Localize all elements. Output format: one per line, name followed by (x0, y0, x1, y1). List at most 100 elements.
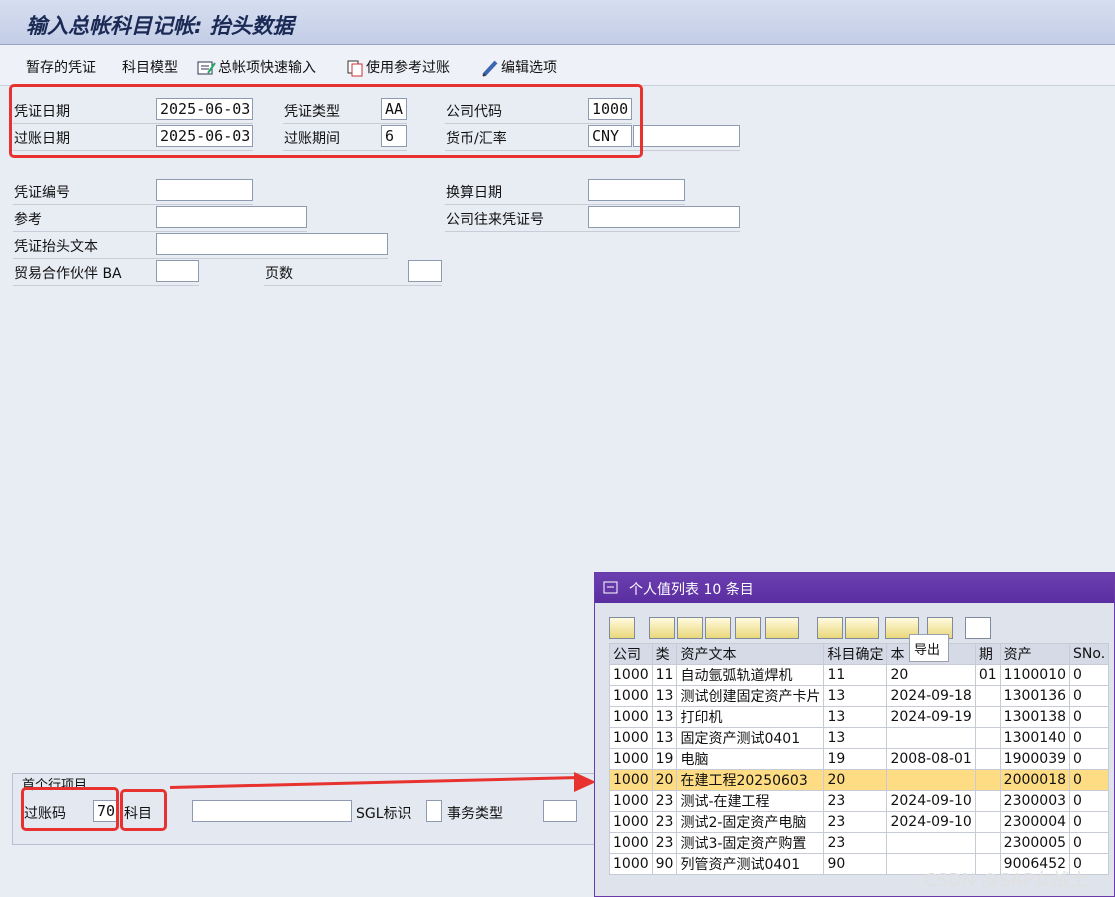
pages-label: 页数 (265, 266, 293, 282)
pages-field[interactable] (408, 260, 442, 282)
reference-field[interactable] (156, 206, 307, 228)
column-header[interactable]: 类 (651, 643, 678, 665)
popup-title: 个人值列表 10 条目 (629, 582, 754, 598)
intercompany-label: 公司往来凭证号 (446, 212, 544, 228)
column-header[interactable]: 资产 (999, 643, 1071, 665)
application-toolbar: 暂存的凭证 科目模型 总帐项快速输入 使用参考过账 编辑选项 (0, 45, 1115, 86)
column-header[interactable]: 公司 (609, 643, 653, 665)
intercompany-field[interactable] (588, 206, 740, 228)
table-cell: 13 (823, 706, 888, 728)
table-row[interactable]: 1000 23 测试2-固定资产电脑 23 2024-09-10 2300004 0 (609, 811, 1110, 833)
table-cell: 2024-09-18 (886, 685, 976, 707)
watermark: CSDN @SAP女战士 (924, 870, 1088, 891)
find-icon[interactable] (705, 617, 731, 639)
table-cell: 11 (823, 664, 888, 686)
table-cell: 23 (651, 811, 678, 833)
gl-fast-entry-button[interactable]: 总帐项快速输入 (196, 57, 316, 77)
account-model-button[interactable]: 科目模型 (122, 57, 178, 77)
table-cell: 2300005 (999, 832, 1071, 854)
table-cell: 11 (651, 664, 678, 686)
table-cell: 90 (823, 853, 888, 875)
table-cell: 0 (1069, 685, 1110, 707)
table-row[interactable]: 1000 13 打印机 13 2024-09-19 1300138 0 (609, 706, 1110, 728)
table-row[interactable]: 1000 11 自动氩弧轨道焊机 11 20 01 1100010 0 (609, 664, 1110, 686)
pencil-icon (482, 60, 498, 77)
table-cell (974, 727, 1001, 749)
table-cell: 0 (1069, 727, 1110, 749)
table-cell (886, 727, 976, 749)
post-with-reference-button[interactable]: 使用参考过账 (346, 57, 450, 77)
filter-icon[interactable] (765, 617, 799, 639)
sort-ascending-icon[interactable] (649, 617, 675, 639)
partner-ba-label: 贸易合作伙伴 BA (14, 266, 122, 282)
value-list-popup: 个人值列表 10 条目 公司类资产文本 科目确定本期资产 SNo. 1000 11 自动… (594, 572, 1115, 897)
column-header[interactable]: 资产文本 (676, 643, 825, 665)
table-cell: 列管资产测试0401 (676, 853, 825, 875)
table-cell: 19 (651, 748, 678, 770)
table-row[interactable]: 1000 19 电脑 19 2008-08-01 1900039 0 (609, 748, 1110, 770)
table-cell (974, 706, 1001, 728)
table-cell: 0 (1069, 706, 1110, 728)
table-row[interactable]: 1000 13 固定资产测试0401 13 1300140 0 (609, 727, 1110, 749)
table-cell: 23 (823, 790, 888, 812)
table-cell (886, 769, 976, 791)
account-field[interactable] (192, 800, 352, 822)
table-cell: 23 (651, 790, 678, 812)
table-cell: 2024-09-10 (886, 790, 976, 812)
table-cell: 0 (1069, 748, 1110, 770)
table-cell: 2300003 (999, 790, 1071, 812)
table-cell: 13 (823, 727, 888, 749)
table-cell: 固定资产测试0401 (676, 727, 825, 749)
table-cell (974, 769, 1001, 791)
table-cell: 1900039 (999, 748, 1071, 770)
table-cell: 1000 (609, 664, 653, 686)
exchange-rate-field[interactable] (633, 125, 740, 147)
window-icon (603, 581, 618, 594)
table-cell (974, 748, 1001, 770)
table-cell: 1000 (609, 853, 653, 875)
table-cell: 23 (823, 811, 888, 833)
table-cell: 90 (651, 853, 678, 875)
table-row[interactable]: 1000 20 在建工程20250603 20 2000018 0 (609, 769, 1110, 791)
table-cell: 在建工程20250603 (676, 769, 825, 791)
table-cell: 测试创建固定资产卡片 (676, 685, 825, 707)
find-next-icon[interactable] (735, 617, 761, 639)
edit-options-button[interactable]: 编辑选项 (481, 57, 557, 77)
select-icon[interactable] (609, 617, 635, 639)
table-cell (974, 811, 1001, 833)
window-title: 输入总帐科目记帐: 抬头数据 (26, 14, 294, 38)
info-icon[interactable] (965, 617, 991, 639)
table-cell (886, 832, 976, 854)
print-icon[interactable] (817, 617, 843, 639)
window-title-bar: 输入总帐科目记帐: 抬头数据 (0, 0, 1115, 45)
table-cell: 20 (886, 664, 976, 686)
table-row[interactable]: 1000 23 测试3-固定资产购置 23 2300005 0 (609, 832, 1110, 854)
edit-options-label: 编辑选项 (501, 60, 557, 76)
view-icon[interactable] (845, 617, 879, 639)
sort-descending-icon[interactable] (677, 617, 703, 639)
column-header[interactable]: 期 (974, 643, 1001, 665)
column-header[interactable]: 科目确定 (823, 643, 888, 665)
table-cell: 自动氩弧轨道焊机 (676, 664, 825, 686)
table-cell: 13 (651, 685, 678, 707)
sgl-field[interactable] (426, 800, 442, 822)
table-cell: 1000 (609, 727, 653, 749)
table-cell (974, 832, 1001, 854)
table-row[interactable]: 1000 13 测试创建固定资产卡片 13 2024-09-18 1300136 0 (609, 685, 1110, 707)
header-text-field[interactable] (156, 233, 388, 255)
table-cell: 0 (1069, 769, 1110, 791)
trans-type-field[interactable] (543, 800, 577, 822)
column-header[interactable]: SNo. (1069, 643, 1110, 665)
header-text-label: 凭证抬头文本 (14, 239, 98, 255)
popup-title-bar[interactable]: 个人值列表 10 条目 (595, 573, 1114, 603)
table-cell: 13 (651, 706, 678, 728)
parked-docs-button[interactable]: 暂存的凭证 (26, 57, 96, 77)
partner-ba-field[interactable] (156, 260, 199, 282)
table-row[interactable]: 1000 23 测试-在建工程 23 2024-09-10 2300003 0 (609, 790, 1110, 812)
table-cell: 测试2-固定资产电脑 (676, 811, 825, 833)
post-with-reference-label: 使用参考过账 (366, 60, 450, 76)
table-cell: 1000 (609, 832, 653, 854)
translation-date-field[interactable] (588, 179, 685, 201)
table-cell: 2024-09-19 (886, 706, 976, 728)
doc-number-field[interactable] (156, 179, 253, 201)
